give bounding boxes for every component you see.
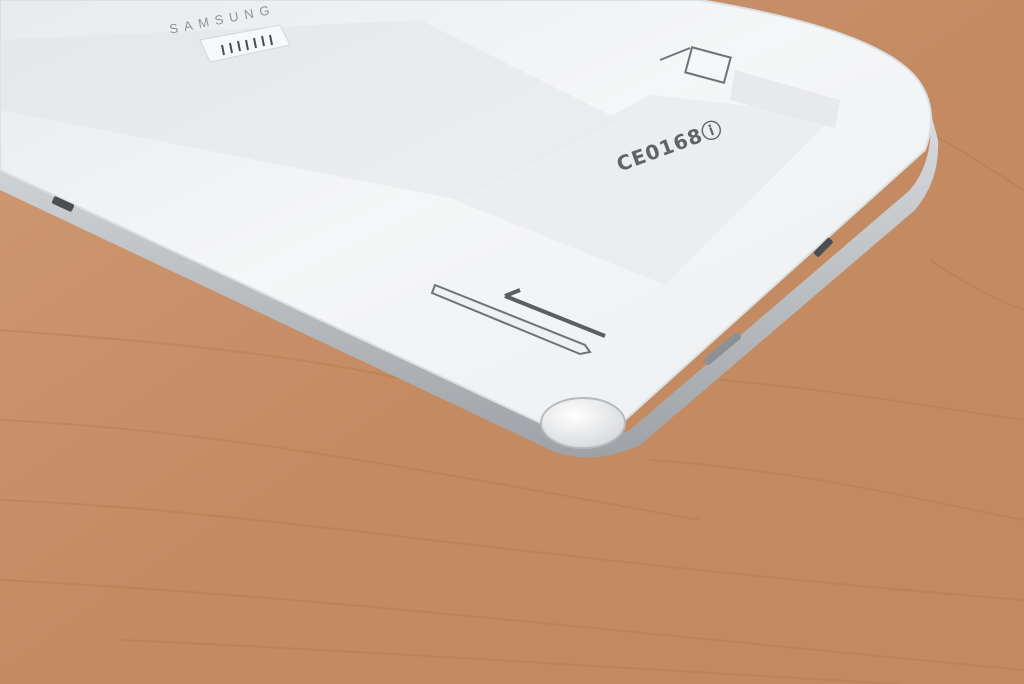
photo-scene: SAMSUNG CE0168ⓘ (0, 0, 1024, 684)
corner-cap (540, 397, 626, 449)
scene-graphics (0, 0, 1024, 684)
